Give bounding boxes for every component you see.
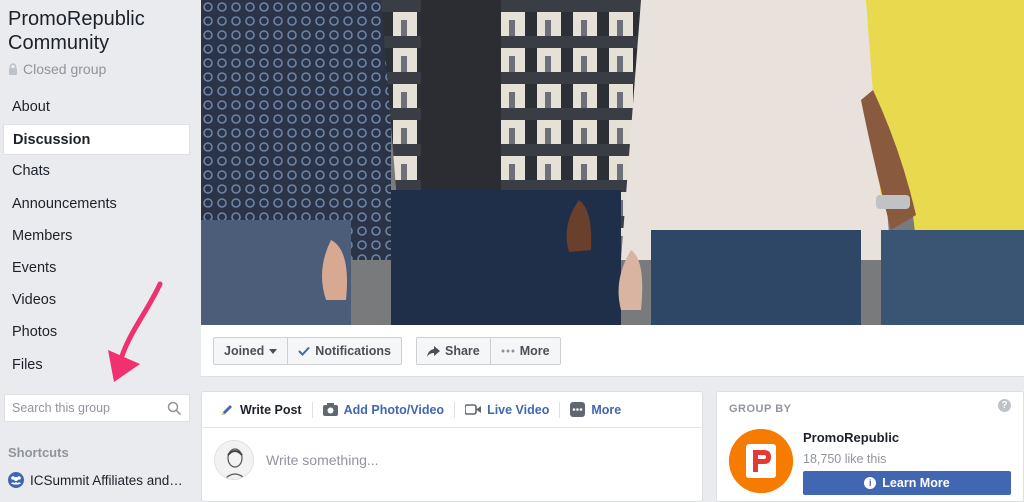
annotation-arrow	[108, 281, 163, 382]
shortcut-item[interactable]: ICSummit Affiliates and…	[8, 472, 183, 488]
share-buttons: Share More	[416, 337, 561, 365]
search-icon[interactable]	[167, 401, 181, 415]
tab-label: Write Post	[240, 402, 302, 417]
group-title[interactable]: PromoRepublic Community	[8, 7, 198, 55]
share-icon	[427, 345, 440, 357]
joined-label: Joined	[224, 344, 265, 358]
privacy-label: Closed group	[23, 61, 107, 77]
nav-item-chats[interactable]: Chats	[3, 156, 190, 187]
nav-item-discussion[interactable]: Discussion	[3, 124, 190, 156]
share-label: Share	[445, 344, 480, 358]
avatar	[214, 440, 254, 480]
cover-photo[interactable]	[201, 0, 1024, 325]
tab-divider	[311, 401, 313, 418]
info-icon: i	[864, 477, 877, 489]
video-camera-icon	[465, 404, 482, 415]
group-search[interactable]	[4, 394, 190, 422]
group-icon	[8, 472, 24, 488]
lock-icon	[9, 63, 17, 75]
tab-divider	[559, 401, 561, 418]
group-action-bar: Joined Notifications Share More	[201, 325, 1024, 377]
learn-more-label: Learn More	[882, 476, 950, 490]
page-likes: 18,750 like this	[803, 452, 887, 466]
check-icon	[298, 346, 311, 356]
more-label: More	[519, 344, 550, 358]
help-icon[interactable]: ?	[998, 399, 1011, 412]
nav-item-about[interactable]: About	[3, 92, 190, 123]
learn-more-button[interactable]: i Learn More	[803, 471, 1011, 495]
page-name[interactable]: PromoRepublic	[803, 430, 899, 445]
group-by-header: GROUP BY	[729, 403, 792, 415]
composer-tabs: Write Post Add Photo/Video Live Video Mo…	[202, 392, 702, 428]
share-button[interactable]: Share	[417, 338, 490, 364]
pencil-icon	[222, 404, 232, 415]
tab-write-post[interactable]: Write Post	[214, 392, 308, 428]
tab-add-photo-video[interactable]: Add Photo/Video	[317, 392, 450, 428]
promorepublic-logo[interactable]	[729, 429, 793, 493]
composer-body[interactable]: Write something...	[202, 428, 702, 492]
tab-divider	[454, 401, 456, 418]
nav-item-announcements[interactable]: Announcements	[3, 189, 190, 220]
tab-label: More	[591, 402, 622, 417]
post-composer: Write Post Add Photo/Video Live Video Mo…	[201, 391, 703, 502]
notifications-label: Notifications	[315, 344, 391, 358]
search-input[interactable]	[5, 395, 155, 421]
tab-more[interactable]: More	[564, 392, 627, 428]
group-sidebar: PromoRepublic Community Closed group Abo…	[0, 0, 201, 502]
shortcuts-header: Shortcuts	[8, 445, 69, 460]
more-icon	[570, 402, 586, 417]
membership-buttons: Joined Notifications	[213, 337, 402, 365]
more-dots-icon	[501, 349, 515, 353]
tab-label: Live Video	[487, 402, 550, 417]
tab-live-video[interactable]: Live Video	[459, 392, 555, 428]
group-by-card: GROUP BY ? PromoRepublic 18,750 like thi…	[716, 391, 1024, 502]
composer-input[interactable]: Write something...	[266, 452, 379, 468]
joined-button[interactable]: Joined	[214, 338, 287, 364]
group-privacy: Closed group	[8, 61, 106, 77]
more-button[interactable]: More	[489, 338, 560, 364]
cover-image	[201, 0, 1024, 325]
camera-icon	[322, 403, 338, 416]
caret-down-icon	[269, 348, 278, 354]
tab-label: Add Photo/Video	[343, 402, 445, 417]
shortcut-label: ICSummit Affiliates and…	[30, 472, 183, 488]
notifications-button[interactable]: Notifications	[287, 338, 401, 364]
nav-item-members[interactable]: Members	[3, 221, 190, 252]
